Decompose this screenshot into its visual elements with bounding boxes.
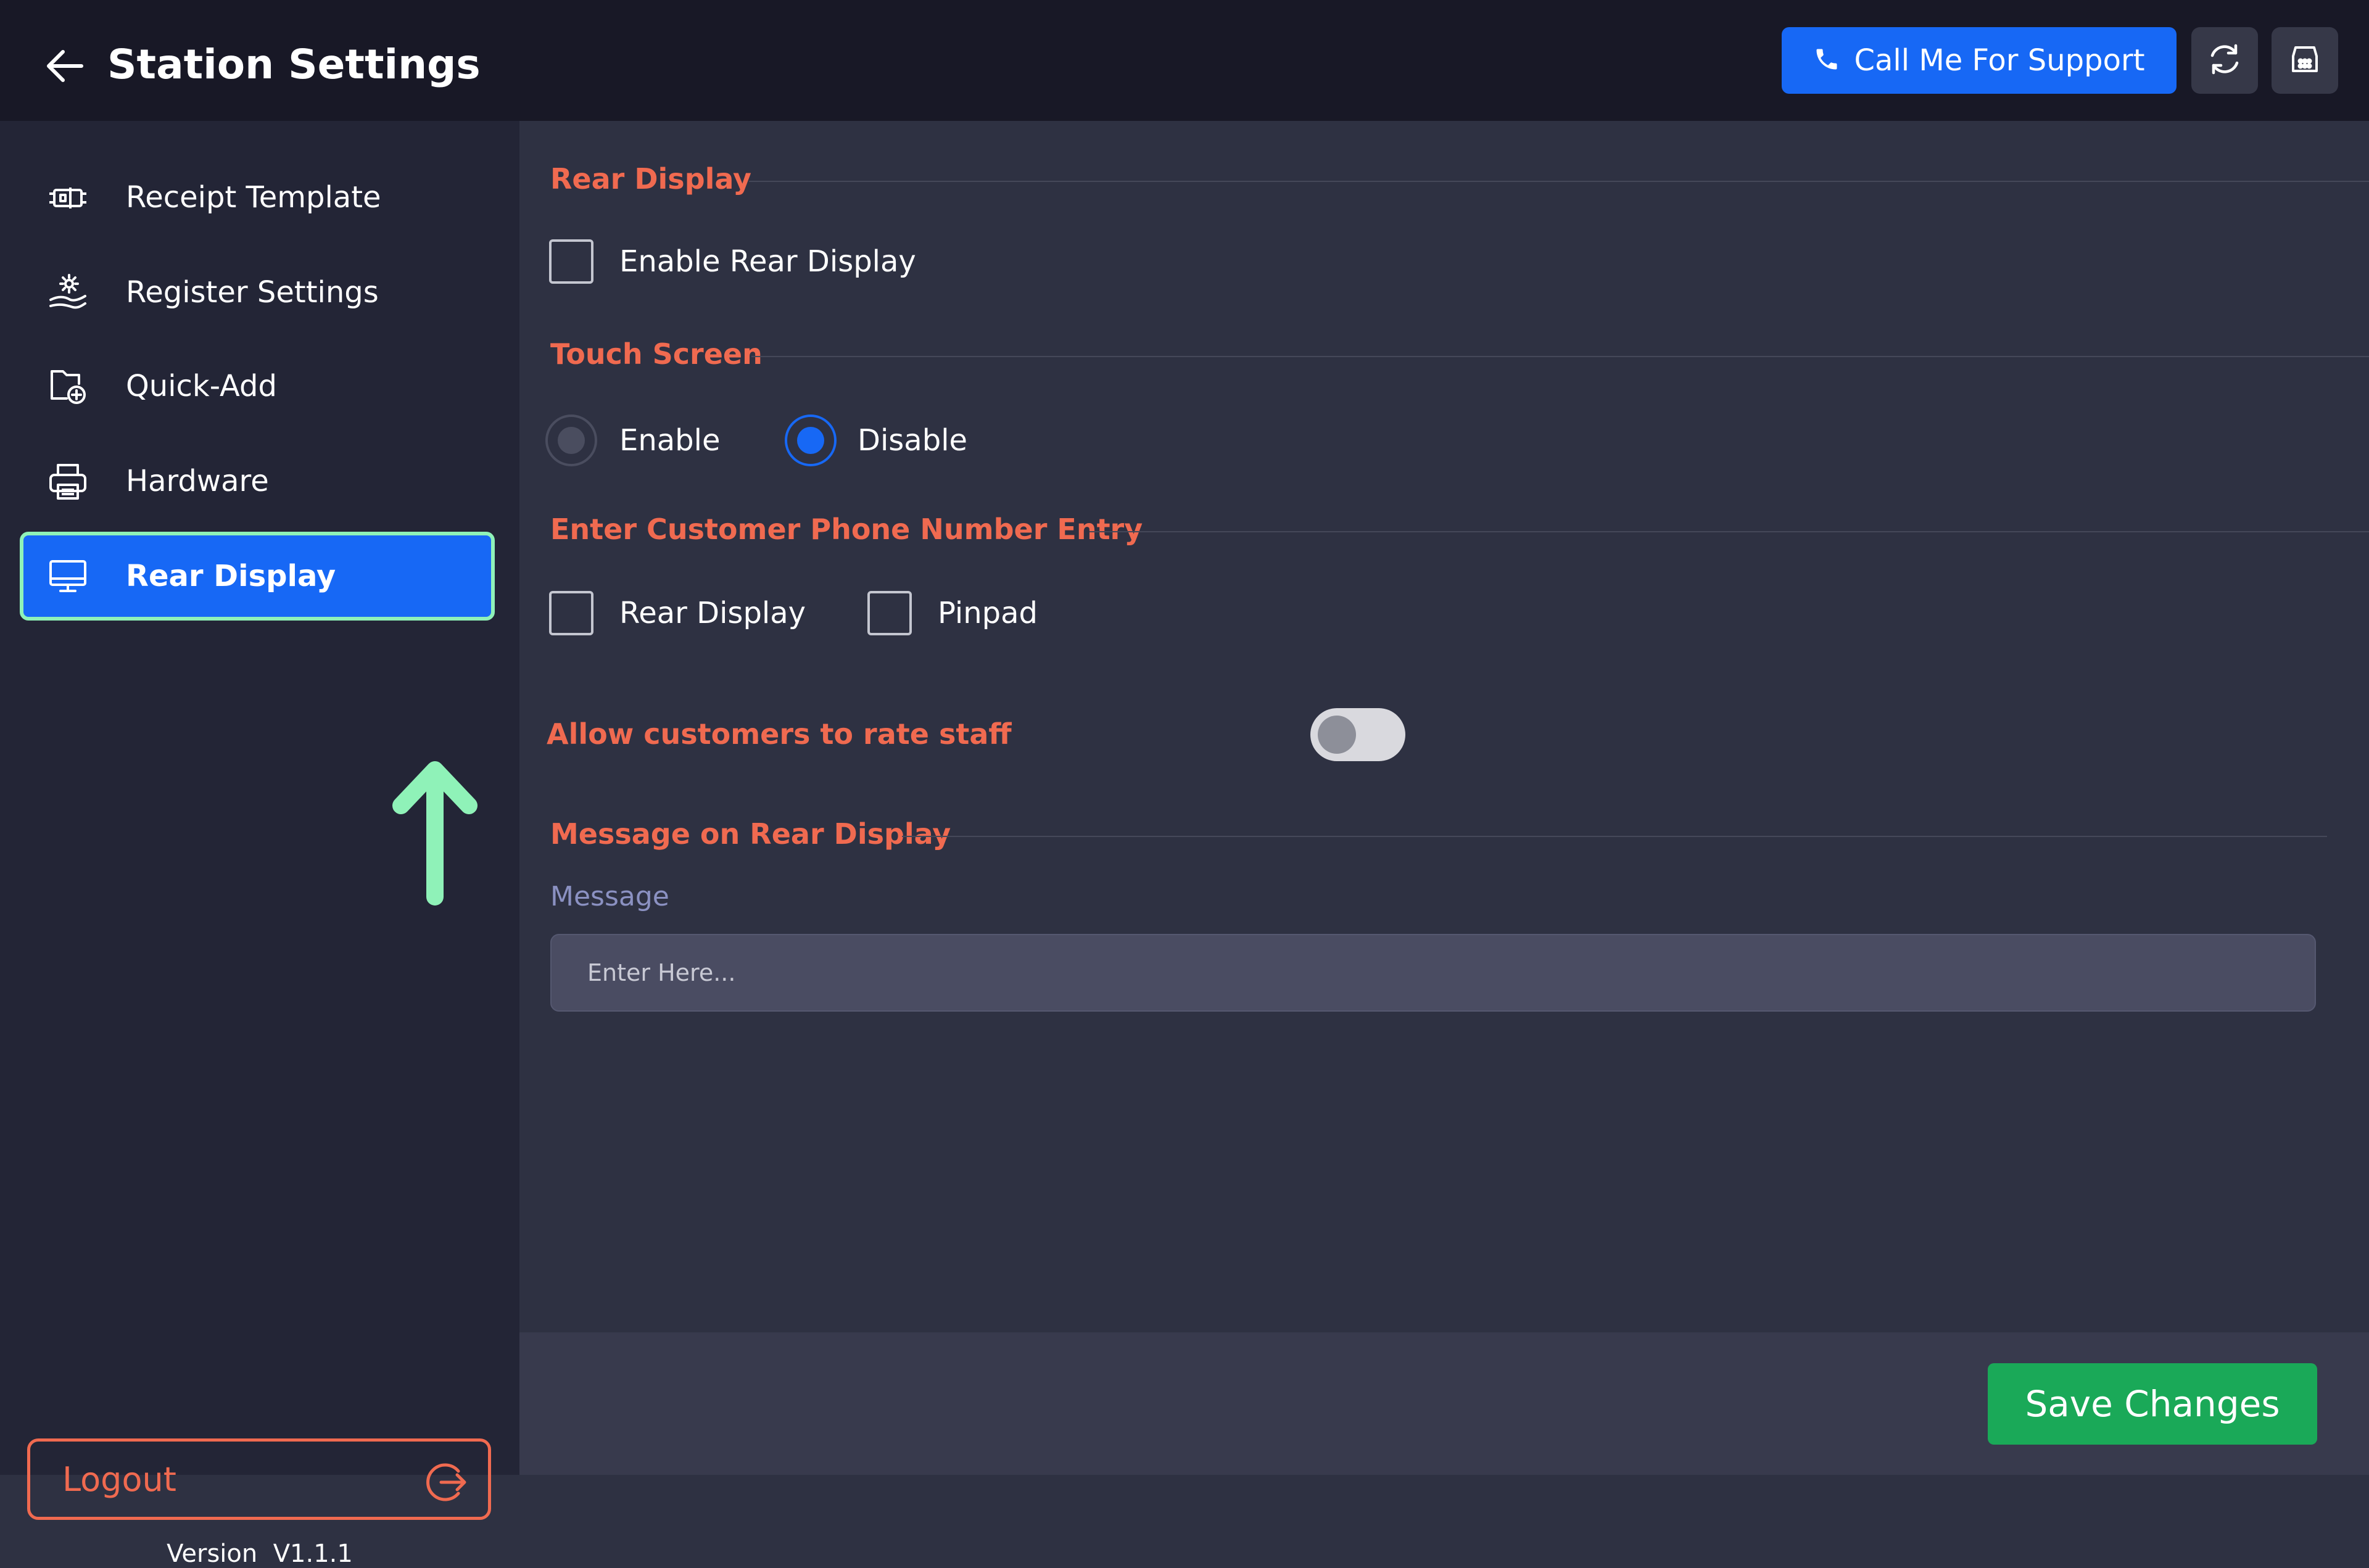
register-settings-icon xyxy=(46,270,90,315)
up-arrow-icon xyxy=(382,755,494,909)
sidebar-item-label: Hardware xyxy=(126,464,269,498)
logout-icon xyxy=(425,1460,469,1504)
call-support-button[interactable]: Call Me For Support xyxy=(1782,27,2177,94)
touch-screen-enable-label: Enable xyxy=(619,423,721,458)
toggle-knob xyxy=(1318,716,1356,754)
enable-rear-display-checkbox[interactable] xyxy=(549,239,593,284)
logout-label: Logout xyxy=(62,1460,176,1499)
page-title: Station Settings xyxy=(107,41,481,88)
section-title-message: Message on Rear Display xyxy=(550,817,951,851)
section-title-phone-entry: Enter Customer Phone Number Entry xyxy=(550,513,1143,546)
phone-icon xyxy=(1813,46,1840,75)
station-button[interactable] xyxy=(2272,27,2338,94)
back-arrow-icon[interactable] xyxy=(43,44,86,88)
rate-staff-toggle[interactable] xyxy=(1310,708,1405,761)
section-divider xyxy=(751,356,2369,357)
touch-screen-disable-radio[interactable] xyxy=(785,415,837,466)
rate-staff-label: Allow customers to rate staff xyxy=(547,717,1012,751)
sidebar-item-quick-add[interactable]: Quick-Add xyxy=(20,342,495,431)
section-title-touch-screen: Touch Screen xyxy=(550,337,763,371)
touch-screen-disable-label: Disable xyxy=(858,423,968,458)
refresh-button[interactable] xyxy=(2191,27,2258,94)
sidebar-item-hardware[interactable]: Hardware xyxy=(20,437,495,526)
section-divider xyxy=(749,181,2369,182)
sidebar-item-rear-display[interactable]: Rear Display xyxy=(20,532,495,621)
version-label: Version xyxy=(167,1540,258,1568)
phone-entry-rear-display-label: Rear Display xyxy=(619,596,806,630)
receipt-template-icon xyxy=(46,175,90,220)
monitor-icon xyxy=(46,554,90,598)
section-divider xyxy=(1089,531,2369,532)
sidebar-item-label: Quick-Add xyxy=(126,369,277,403)
touch-screen-enable-radio[interactable] xyxy=(545,415,597,466)
store-icon xyxy=(2287,41,2323,80)
radio-dot xyxy=(558,427,585,454)
sidebar-item-label: Receipt Template xyxy=(126,180,381,215)
printer-icon xyxy=(46,459,90,503)
enable-rear-display-label: Enable Rear Display xyxy=(619,244,916,279)
message-field-label: Message xyxy=(550,881,669,912)
version-value: V1.1.1 xyxy=(273,1540,353,1568)
section-divider xyxy=(902,836,2327,837)
radio-dot xyxy=(797,427,824,454)
sidebar-item-receipt-template[interactable]: Receipt Template xyxy=(20,153,495,242)
phone-entry-pinpad-checkbox[interactable] xyxy=(867,591,912,635)
sidebar-item-register-settings[interactable]: Register Settings xyxy=(20,248,495,337)
section-title-rear-display: Rear Display xyxy=(550,162,751,196)
sidebar: Receipt Template Register Settings Quick… xyxy=(0,121,519,1568)
call-support-label: Call Me For Support xyxy=(1854,43,2145,78)
logout-button[interactable]: Logout xyxy=(27,1438,491,1520)
phone-entry-rear-display-checkbox[interactable] xyxy=(549,591,593,635)
refresh-icon xyxy=(2205,39,2244,81)
save-changes-button[interactable]: Save Changes xyxy=(1988,1363,2317,1445)
sidebar-item-label: Rear Display xyxy=(126,559,336,593)
phone-entry-pinpad-label: Pinpad xyxy=(938,596,1038,630)
folder-add-icon xyxy=(46,364,90,408)
message-input[interactable] xyxy=(550,934,2316,1012)
sidebar-item-label: Register Settings xyxy=(126,275,379,310)
app-header: Station Settings Call Me For Support xyxy=(0,0,2369,121)
version-info: Version V1.1.1 xyxy=(0,1540,519,1568)
